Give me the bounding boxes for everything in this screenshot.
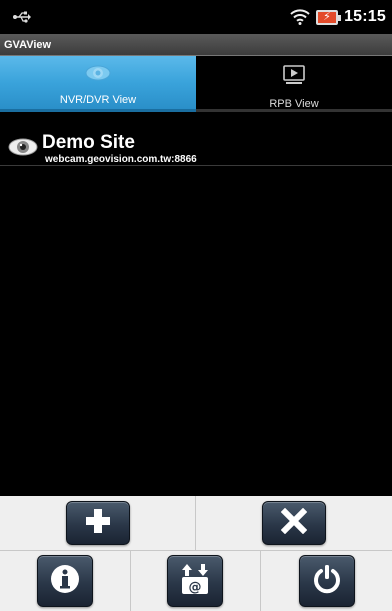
info-icon [49,563,81,600]
site-host: webcam.geovision.com.tw:8866 [45,154,197,165]
tab-rpb-view[interactable]: RPB View [196,56,392,112]
tab-nvr-dvr-view[interactable]: NVR/DVR View [0,56,196,112]
toolbar-cell: @ [131,551,262,611]
import-export-button[interactable]: @ [167,555,224,607]
site-list: Demo Site webcam.geovision.com.tw:8866 [0,112,392,496]
usb-debug-icon [12,10,32,24]
app-title: GVAView [4,38,52,51]
exit-button[interactable] [298,555,355,607]
status-clock: 15:15 [344,8,386,25]
tab-label: RPB View [269,98,319,110]
eye-icon [8,138,38,161]
playback-icon [283,65,305,90]
tab-label: NVR/DVR View [59,94,137,106]
info-button[interactable] [36,555,93,607]
power-icon [311,563,343,600]
add-site-button[interactable] [65,501,130,545]
toolbar-cell [261,551,392,611]
plus-icon [84,507,112,540]
wifi-icon [290,9,310,25]
site-name: Demo Site [42,132,135,153]
eye-icon [85,65,111,86]
app-title-bar: GVAView [0,34,392,56]
x-icon [280,507,308,539]
toolbar-cell [0,551,131,611]
list-item[interactable]: Demo Site webcam.geovision.com.tw:8866 [0,132,392,166]
toolbar-cell [196,496,392,550]
status-bar: ⚡ 15:15 [0,0,392,34]
svg-text:@: @ [189,580,202,595]
bottom-toolbar: @ [0,496,392,611]
import-export-icon: @ [178,562,212,601]
delete-site-button[interactable] [262,501,326,545]
toolbar-cell [0,496,196,550]
tab-bar: NVR/DVR View RPB View [0,56,392,112]
battery-charging-icon: ⚡ [316,9,342,25]
